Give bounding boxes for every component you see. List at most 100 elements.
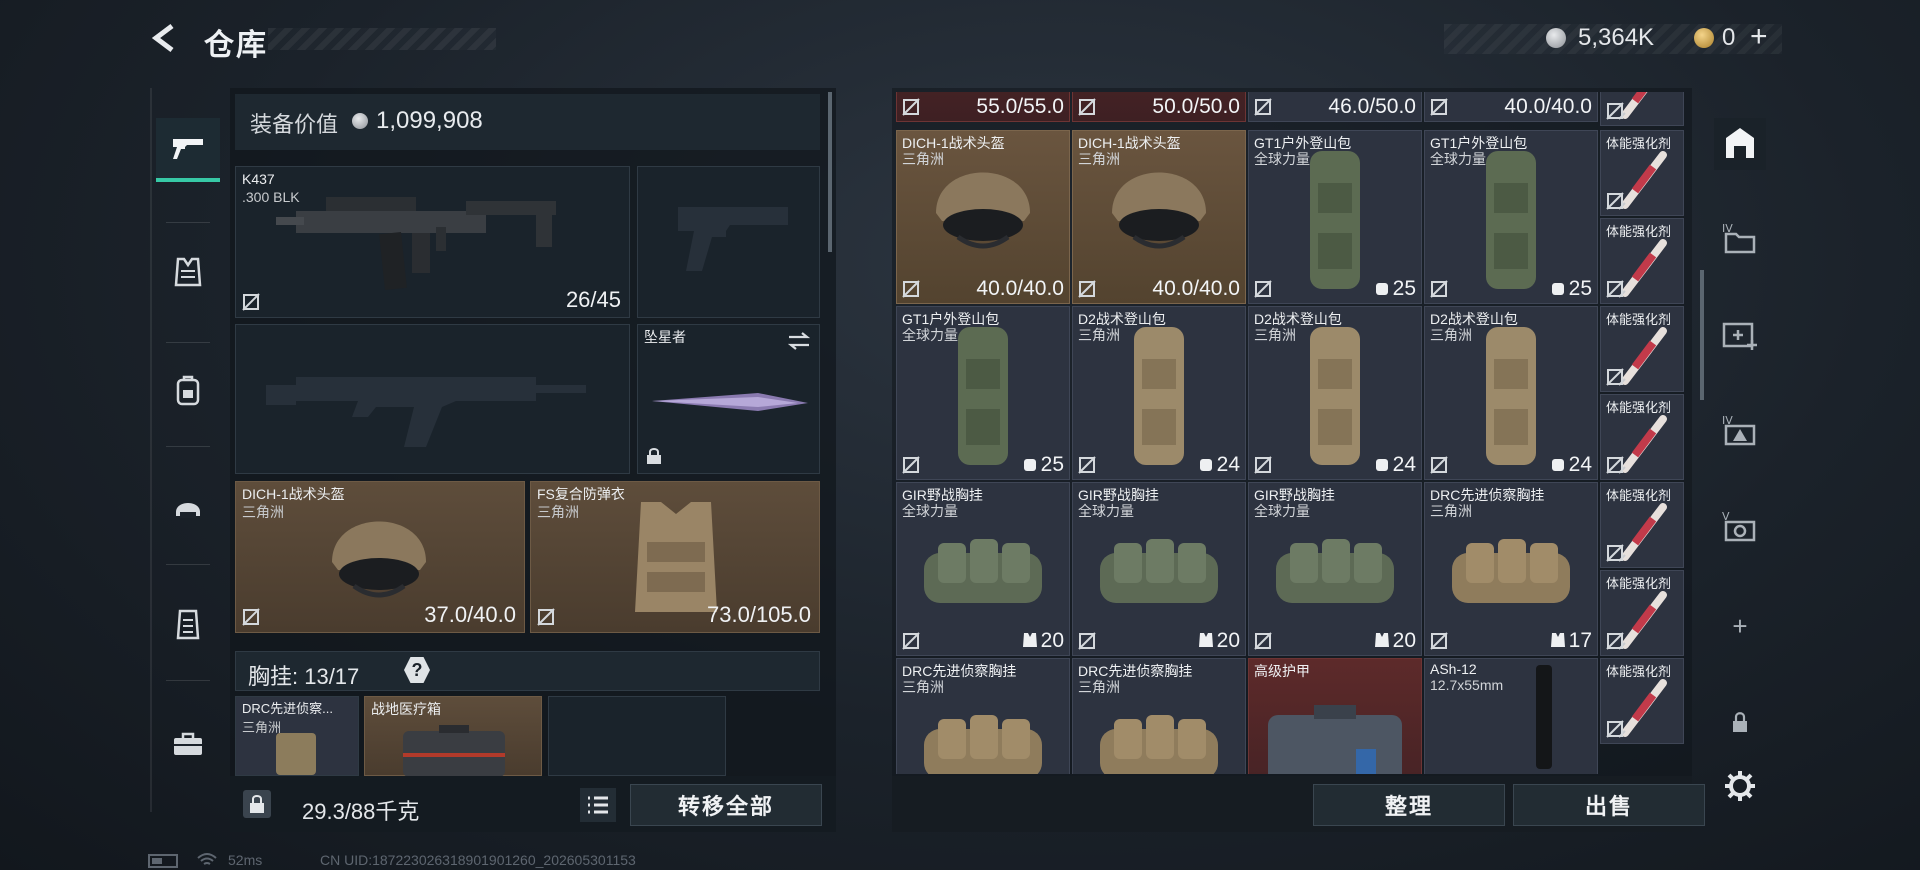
vest-item-rig[interactable]: DRC先进侦察... 三角洲: [235, 696, 359, 776]
category-vest[interactable]: [156, 240, 220, 304]
item-sub: 全球力量: [1430, 151, 1486, 167]
add-storage-button[interactable]: +: [1714, 600, 1766, 652]
vest-slot-empty[interactable]: [548, 696, 726, 776]
item-value: 20: [1022, 629, 1064, 653]
inventory-item[interactable]: 50.0/50.0: [1072, 92, 1246, 122]
briefcase-icon: [174, 732, 202, 755]
weight-capacity: 29.3/88千克: [302, 799, 420, 824]
inventory-item[interactable]: GT1户外登山包 全球力量 25: [1248, 130, 1422, 304]
organize-button[interactable]: 整理: [1313, 784, 1505, 826]
inventory-item[interactable]: D2战术登山包 三角洲 24: [1072, 306, 1246, 480]
not-tradeable-icon: [1430, 98, 1448, 116]
inventory-item[interactable]: D2战术登山包 三角洲 24: [1248, 306, 1422, 480]
inventory-item[interactable]: DRC先进侦察胸挂 三角洲 17: [1424, 482, 1598, 656]
stim-item[interactable]: 体能强化剂: [1600, 482, 1684, 568]
inventory-item[interactable]: DRC先进侦察胸挂 三角洲: [896, 658, 1070, 774]
inventory-item[interactable]: 55.0/55.0: [896, 92, 1070, 122]
rail-separator: [166, 680, 210, 681]
item-durability: 50.0/50.0: [1152, 95, 1240, 118]
storage-page-5[interactable]: V: [1714, 500, 1766, 552]
title-decoration: [268, 28, 496, 50]
slot-primary-weapon[interactable]: K437 .300 BLK 26/45: [235, 166, 630, 318]
stim-item[interactable]: 体能强化剂: [1600, 570, 1684, 656]
not-tradeable-icon: [1254, 280, 1272, 298]
stim-item[interactable]: 体能强化剂: [1600, 306, 1684, 392]
inventory-item[interactable]: DICH-1战术头盔 三角洲 40.0/40.0: [1072, 130, 1246, 304]
not-tradeable-icon: [1254, 98, 1272, 116]
stim-item[interactable]: [1600, 92, 1684, 126]
rail-separator: [166, 446, 210, 447]
slot-secondary-weapon-empty[interactable]: [235, 324, 630, 474]
category-armor[interactable]: [156, 592, 220, 656]
equipment-scrollbar[interactable]: [828, 92, 832, 252]
inventory-scrollbar[interactable]: [1700, 270, 1704, 400]
knife-image: [652, 393, 808, 411]
inventory-item[interactable]: GIR野战胸挂 全球力量 20: [1248, 482, 1422, 656]
backpack-icon: [176, 375, 200, 406]
slot-helmet[interactable]: DICH-1战术头盔 三角洲 37.0/40.0: [235, 481, 525, 633]
not-tradeable-icon: [1606, 280, 1624, 298]
category-helmet[interactable]: [156, 476, 220, 540]
stim-item[interactable]: 体能强化剂: [1600, 218, 1684, 304]
add-currency-button[interactable]: +: [1750, 20, 1768, 54]
slot-secondary-empty[interactable]: [637, 166, 820, 318]
camera-box-icon: V: [1722, 510, 1756, 542]
slot-melee[interactable]: 坠星者: [637, 324, 820, 474]
back-arrow-icon[interactable]: [148, 22, 180, 54]
item-value-text: 20: [1040, 629, 1064, 652]
not-tradeable-icon: [537, 608, 555, 626]
ping-text: 52ms: [228, 852, 263, 868]
rifle-image: [276, 197, 556, 290]
not-tradeable-icon: [1430, 456, 1448, 474]
item-sub: 三角洲: [1254, 327, 1296, 343]
inventory-item[interactable]: GIR野战胸挂 全球力量 20: [1072, 482, 1246, 656]
inventory-item[interactable]: 46.0/50.0: [1248, 92, 1422, 122]
pistol-silhouette: [678, 207, 788, 271]
stim-item[interactable]: 体能强化剂: [1600, 658, 1684, 744]
inventory-item[interactable]: ASh-12 12.7x55mm: [1424, 658, 1598, 774]
vest-icon: [1374, 633, 1389, 647]
storage-page-4b[interactable]: IV: [1714, 404, 1766, 456]
item-sub: 三角洲: [1078, 327, 1120, 343]
backpack-icon: [1023, 459, 1036, 471]
inventory-item[interactable]: GIR野战胸挂 全球力量 20: [896, 482, 1070, 656]
storage-page-4[interactable]: IV: [1714, 212, 1766, 264]
settings-button[interactable]: [1714, 760, 1766, 812]
equipment-value-label: 装备价值: [250, 112, 339, 137]
inventory-item[interactable]: GT1户外登山包 全球力量 25: [1424, 130, 1598, 304]
backpack-icon: [1551, 459, 1564, 471]
inventory-item[interactable]: DRC先进侦察胸挂 三角洲: [1072, 658, 1246, 774]
not-tradeable-icon: [902, 456, 920, 474]
stim-item[interactable]: 体能强化剂: [1600, 394, 1684, 480]
coin-icon: [352, 113, 368, 129]
stim-item[interactable]: 体能强化剂: [1600, 130, 1684, 216]
not-tradeable-icon: [1606, 102, 1624, 120]
storage-medical[interactable]: [1714, 308, 1766, 360]
inventory-item[interactable]: D2战术登山包 三角洲 24: [1424, 306, 1598, 480]
weight-lock-icon[interactable]: [243, 790, 271, 818]
not-tradeable-icon: [1606, 192, 1624, 210]
not-tradeable-icon: [1078, 456, 1096, 474]
inventory-grid: 55.0/55.0 50.0/50.0 46.0/50.0 40.0/40.0 DICH…: [896, 92, 1694, 774]
inventory-item[interactable]: 高级护甲: [1248, 658, 1422, 774]
category-case[interactable]: [156, 712, 220, 776]
category-rail: [150, 88, 224, 812]
not-tradeable-icon: [1606, 632, 1624, 650]
not-tradeable-icon: [1078, 98, 1096, 116]
vest-item-medkit[interactable]: 战地医疗箱: [364, 696, 542, 777]
transfer-all-button[interactable]: 转移全部: [630, 784, 822, 826]
category-backpack[interactable]: [156, 358, 220, 422]
item-value: 40.0/40.0: [976, 277, 1064, 301]
item-name: 高级护甲: [1254, 663, 1310, 679]
swap-icon[interactable]: [787, 331, 811, 351]
medkit-image: [403, 725, 505, 777]
item-value-text: 40.0/40.0: [976, 277, 1064, 300]
sell-button[interactable]: 出售: [1513, 784, 1705, 826]
storage-tab[interactable]: [1714, 118, 1766, 170]
list-view-button[interactable]: [580, 788, 616, 822]
inventory-item[interactable]: GT1户外登山包 全球力量 25: [896, 306, 1070, 480]
category-weapon[interactable]: [156, 118, 220, 182]
slot-armor[interactable]: FS复合防弹衣 三角洲 73.0/105.0: [530, 481, 820, 633]
inventory-item[interactable]: 40.0/40.0: [1424, 92, 1598, 122]
inventory-item[interactable]: DICH-1战术头盔 三角洲 40.0/40.0: [896, 130, 1070, 304]
